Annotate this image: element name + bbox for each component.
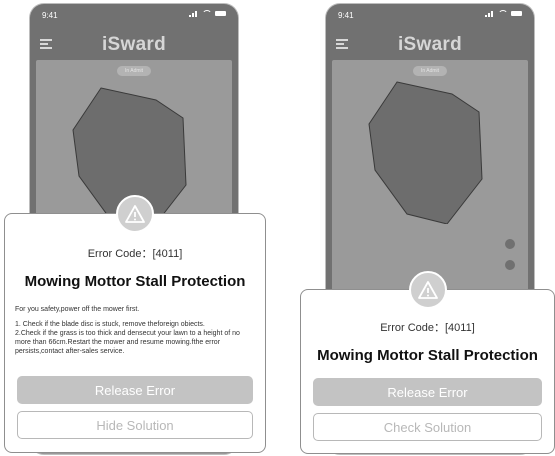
wifi-icon: [498, 10, 508, 17]
battery-icon: [511, 11, 522, 16]
release-error-button[interactable]: Release Error: [313, 378, 542, 406]
app-bar: iSward: [30, 28, 238, 62]
app-title: iSward: [101, 34, 167, 55]
app-title: iSward: [397, 34, 463, 55]
error-dialog: Error Code：[4011] Mowing Mottor Stall Pr…: [300, 271, 555, 454]
status-pill: In Admit: [116, 66, 152, 76]
release-error-button[interactable]: Release Error: [17, 376, 253, 404]
solution-step: 2.Check if the grass is too thick and de…: [15, 330, 240, 355]
battery-icon: [215, 11, 226, 16]
status-bar: 9:41: [30, 4, 238, 26]
map-control-dot[interactable]: [505, 239, 515, 249]
safety-note: For you safety,power off the mower first…: [15, 306, 140, 313]
status-time: 9:41: [42, 11, 58, 20]
warning-icon: [116, 195, 154, 233]
map-control-dot[interactable]: [505, 260, 515, 270]
hide-solution-button[interactable]: Hide Solution: [17, 411, 253, 439]
solution-step: 1. Check if the blade disc is stuck, rem…: [15, 321, 205, 328]
app-bar: iSward: [326, 28, 534, 62]
signal-icon: [189, 10, 199, 17]
error-code: Error Code：[4011]: [380, 322, 475, 334]
error-title: Mowing Mottor Stall Protection: [317, 347, 538, 364]
solution-steps: 1. Check if the blade disc is stuck, rem…: [15, 320, 257, 356]
lawn-boundary: [368, 81, 483, 224]
wifi-icon: [202, 10, 212, 17]
status-time: 9:41: [338, 11, 354, 20]
warning-icon: [408, 271, 447, 309]
error-title: Mowing Mottor Stall Protection: [24, 273, 246, 290]
status-bar: 9:41: [326, 4, 534, 26]
signal-icon: [485, 10, 495, 17]
check-solution-button[interactable]: Check Solution: [313, 413, 542, 441]
error-dialog: Error Code：[4011] Mowing Mottor Stall Pr…: [4, 195, 266, 453]
error-code: Error Code：[4011]: [87, 248, 183, 260]
